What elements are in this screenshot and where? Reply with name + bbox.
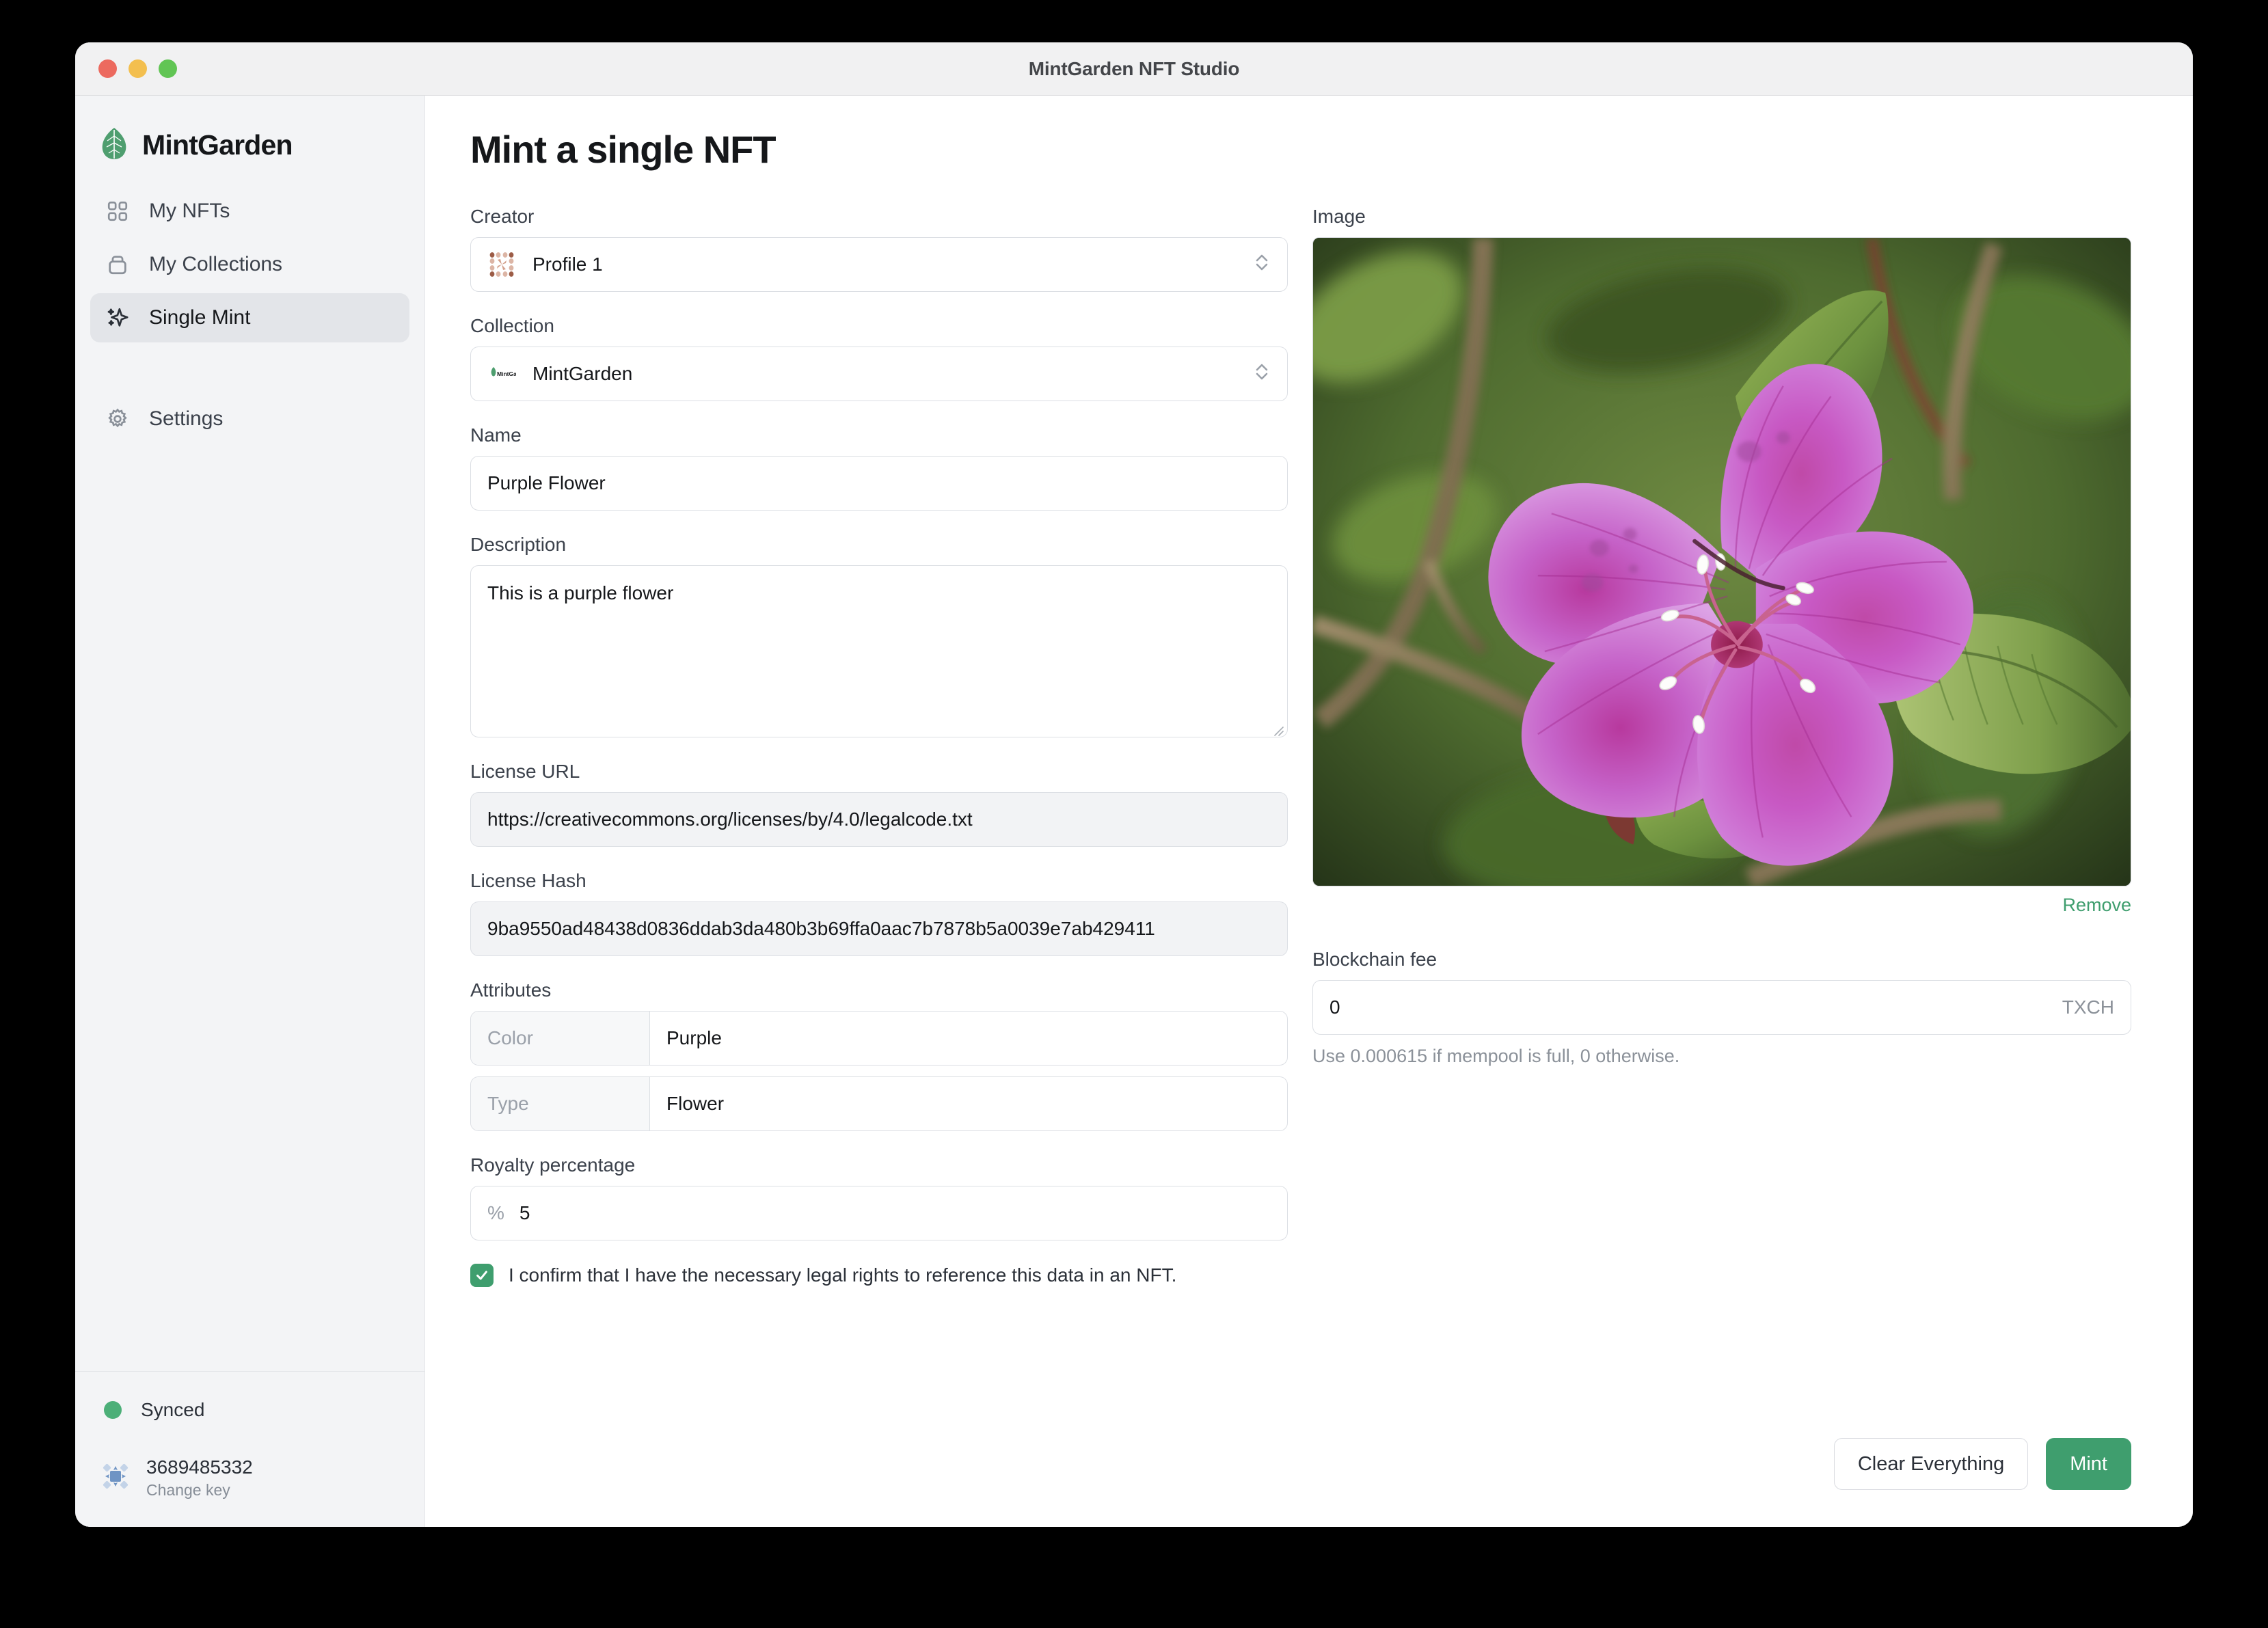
- fee-unit-label: TXCH: [2062, 996, 2114, 1018]
- sync-status: Synced: [100, 1399, 424, 1421]
- license-url-input[interactable]: https://creativecommons.org/licenses/by/…: [470, 792, 1288, 847]
- svg-text:MintGarden: MintGarden: [497, 370, 516, 377]
- sidebar-item-single-mint[interactable]: Single Mint: [90, 293, 409, 342]
- sidebar-item-label: My NFTs: [149, 200, 230, 222]
- flower-photo: [1313, 238, 2131, 886]
- blockchain-fee-field: Blockchain fee 0 TXCH Use 0.000615 if me…: [1312, 949, 2131, 1067]
- preview-column: Image Remove Blockchain fee 0 TXCH Use 0…: [1312, 206, 2131, 1527]
- sidebar-item-label: My Collections: [149, 253, 283, 275]
- fee-hint-text: Use 0.000615 if mempool is full, 0 other…: [1312, 1046, 1680, 1066]
- mintgarden-thumb-icon: MintGarden: [487, 359, 516, 388]
- creator-select[interactable]: Profile 1: [470, 237, 1288, 292]
- license-url-field: License URL https://creativecommons.org/…: [470, 761, 1288, 847]
- remove-image-link[interactable]: Remove: [1312, 895, 2131, 916]
- mint-button[interactable]: Mint: [2046, 1438, 2131, 1490]
- sidebar-item-my-collections[interactable]: My Collections: [90, 240, 409, 289]
- description-field: Description This is a purple flower: [470, 534, 1288, 737]
- name-field: Name Purple Flower: [470, 424, 1288, 511]
- legal-confirm-row[interactable]: I confirm that I have the necessary lega…: [470, 1264, 1288, 1287]
- fee-value: 0: [1329, 996, 1340, 1018]
- attribute-value-input[interactable]: Purple: [650, 1012, 1287, 1065]
- percent-prefix: %: [487, 1202, 504, 1223]
- royalty-value: 5: [519, 1202, 530, 1223]
- identicon-avatar-icon: [487, 250, 516, 279]
- wallet-key-row[interactable]: 3689485332 Change key: [100, 1456, 424, 1500]
- royalty-input[interactable]: % 5: [470, 1186, 1288, 1240]
- brand: MintGarden: [75, 96, 424, 187]
- attribute-key-input[interactable]: Color: [471, 1012, 650, 1065]
- description-textarea[interactable]: This is a purple flower: [470, 565, 1288, 737]
- license-hash-input[interactable]: 9ba9550ad48438d0836ddab3da480b3b69ffa0aa…: [470, 901, 1288, 956]
- legal-confirm-label: I confirm that I have the necessary lega…: [509, 1264, 1177, 1286]
- collection-value: MintGarden: [532, 363, 633, 384]
- page-title: Mint a single NFT: [470, 128, 777, 171]
- grid-icon: [104, 198, 131, 225]
- creator-label: Creator: [470, 206, 535, 227]
- legal-confirm-checkbox[interactable]: [470, 1264, 494, 1287]
- creator-value: Profile 1: [532, 254, 603, 275]
- license-hash-field: License Hash 9ba9550ad48438d0836ddab3da4…: [470, 870, 1288, 956]
- gear-icon: [104, 405, 131, 433]
- chevron-updown-icon: [1253, 358, 1271, 390]
- royalty-field: Royalty percentage % 5: [470, 1154, 1288, 1240]
- creator-field: Creator Profile 1: [470, 206, 1288, 292]
- sidebar-item-my-nfts[interactable]: My NFTs: [90, 187, 409, 236]
- sparkles-icon: [104, 304, 131, 331]
- sidebar-item-label: Single Mint: [149, 306, 251, 329]
- action-buttons: Clear Everything Mint: [1312, 1438, 2131, 1527]
- collection-label: Collection: [470, 315, 554, 336]
- wallet-key-icon: [100, 1461, 131, 1495]
- royalty-label: Royalty percentage: [470, 1154, 636, 1176]
- form-column: Creator Profile 1 Collection MintGa Mint…: [470, 206, 1288, 1527]
- attribute-row: Type Flower: [470, 1076, 1288, 1131]
- name-label: Name: [470, 424, 522, 446]
- main-content: Mint a single NFT Creator Profile 1 Coll…: [425, 96, 2193, 1527]
- blockchain-fee-input[interactable]: 0 TXCH: [1312, 980, 2131, 1035]
- resize-handle-icon[interactable]: [1269, 720, 1284, 736]
- license-url-label: License URL: [470, 761, 580, 782]
- brand-name: MintGarden: [142, 129, 293, 161]
- sidebar-footer: Synced 3689485332 Change key: [75, 1371, 424, 1527]
- sidebar-nav: My NFTs My Collections Single Mint Setti…: [75, 187, 424, 444]
- window-titlebar: MintGarden NFT Studio: [75, 42, 2193, 96]
- app-window: MintGarden NFT Studio MintGarden My NFTs…: [75, 42, 2193, 1527]
- clear-everything-button[interactable]: Clear Everything: [1833, 1438, 2029, 1490]
- archive-icon: [104, 251, 131, 278]
- sync-label: Synced: [141, 1399, 205, 1420]
- description-label: Description: [470, 534, 567, 555]
- sidebar-item-label: Settings: [149, 407, 224, 430]
- attribute-value-input[interactable]: Flower: [650, 1077, 1287, 1130]
- attributes-field: Attributes Color Purple Type Flower: [470, 979, 1288, 1131]
- sidebar: MintGarden My NFTs My Collections Single…: [75, 96, 425, 1527]
- attributes-label: Attributes: [470, 979, 552, 1001]
- nav-divider-gap: [90, 347, 409, 390]
- license-hash-label: License Hash: [470, 870, 586, 891]
- nft-image-preview[interactable]: [1312, 237, 2131, 886]
- window-title: MintGarden NFT Studio: [1028, 57, 1240, 79]
- sync-indicator-icon: [104, 1401, 122, 1419]
- change-key-link[interactable]: Change key: [146, 1481, 253, 1500]
- sidebar-item-settings[interactable]: Settings: [90, 394, 409, 444]
- blockchain-fee-label: Blockchain fee: [1312, 949, 1437, 970]
- description-value: This is a purple flower: [487, 582, 674, 603]
- attribute-row: Color Purple: [470, 1011, 1288, 1066]
- collection-field: Collection MintGarden: [470, 315, 1288, 401]
- mintgarden-leaf-icon: [100, 127, 129, 163]
- wallet-key-id: 3689485332: [146, 1456, 253, 1478]
- attribute-key-input[interactable]: Type: [471, 1077, 650, 1130]
- name-input[interactable]: Purple Flower: [470, 456, 1288, 511]
- collection-select[interactable]: MintGarden MintGarden: [470, 347, 1288, 401]
- image-label: Image: [1312, 206, 1366, 227]
- chevron-updown-icon: [1253, 249, 1271, 281]
